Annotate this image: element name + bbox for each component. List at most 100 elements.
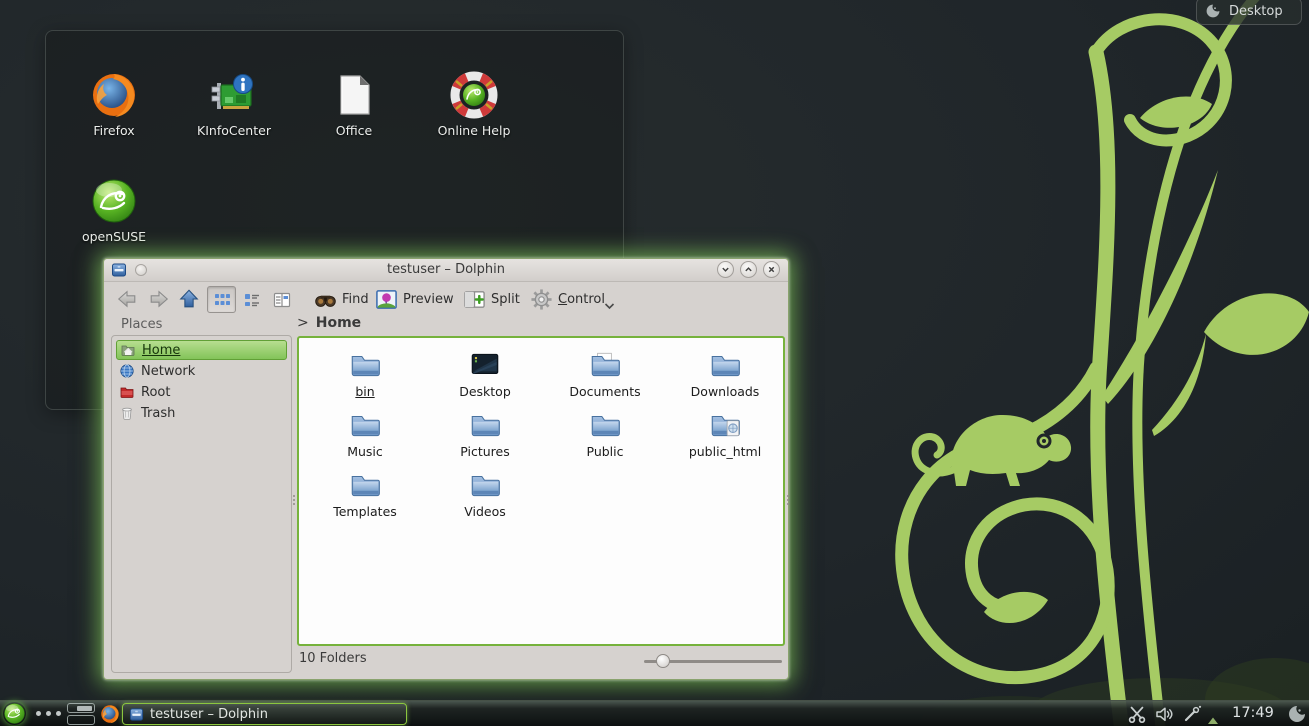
virtual-desktop-pager[interactable] bbox=[67, 703, 95, 725]
folder-item-videos[interactable]: Videos bbox=[427, 468, 543, 519]
folder-item-pictures[interactable]: Pictures bbox=[427, 408, 543, 459]
desktop-icon-label: openSUSE bbox=[59, 229, 169, 244]
places-item-trash[interactable]: Trash bbox=[116, 403, 287, 423]
folder-view[interactable]: bin Desktop Documents Downloads Music Pi… bbox=[297, 336, 785, 646]
zoom-slider[interactable] bbox=[644, 653, 784, 669]
back-arrow-icon bbox=[116, 288, 138, 310]
details-view-icon bbox=[243, 291, 261, 309]
folder-icon bbox=[348, 468, 382, 502]
folder-item-documents[interactable]: Documents bbox=[547, 348, 663, 399]
forward-arrow-icon bbox=[148, 288, 170, 310]
desktop-icon-label: Office bbox=[299, 123, 409, 138]
chevron-down-icon bbox=[604, 302, 615, 310]
folder-icon bbox=[588, 408, 622, 442]
firefox-quicklaunch-button[interactable] bbox=[100, 704, 120, 724]
window-titlebar[interactable]: testuser – Dolphin bbox=[104, 259, 788, 282]
split-button[interactable]: Split bbox=[463, 285, 520, 313]
clipboard-tray-button[interactable] bbox=[1127, 704, 1147, 724]
find-button[interactable]: Find bbox=[314, 285, 369, 313]
places-item-network[interactable]: Network bbox=[116, 361, 287, 381]
trash-icon bbox=[119, 405, 135, 421]
control-button[interactable]: Control bbox=[530, 285, 605, 313]
volume-tray-button[interactable] bbox=[1154, 704, 1174, 724]
columns-view-button[interactable] bbox=[267, 286, 296, 313]
close-button[interactable] bbox=[763, 261, 780, 278]
tray-expander-button[interactable] bbox=[1207, 710, 1219, 719]
desktop-icon-office[interactable]: Office bbox=[299, 71, 409, 138]
folder-label: Documents bbox=[547, 384, 663, 399]
gear-control-icon bbox=[530, 288, 553, 311]
pager-desktop-1[interactable] bbox=[67, 703, 95, 713]
folder-label: Pictures bbox=[427, 444, 543, 459]
places-item-home[interactable]: Home bbox=[116, 340, 287, 360]
kinfocenter-icon bbox=[210, 71, 258, 119]
view-splitter-handle[interactable] bbox=[785, 489, 790, 511]
expand-up-triangle-icon bbox=[1207, 716, 1219, 725]
application-launcher-button[interactable] bbox=[3, 702, 26, 725]
places-item-root[interactable]: Root bbox=[116, 382, 287, 402]
folder-item-downloads[interactable]: Downloads bbox=[667, 348, 783, 399]
folder-label: Videos bbox=[427, 504, 543, 519]
office-document-icon bbox=[330, 71, 378, 119]
folder-label: Desktop bbox=[427, 384, 543, 399]
scissors-clipboard-icon bbox=[1127, 704, 1147, 724]
minimize-button[interactable] bbox=[717, 261, 734, 278]
task-button-label: testuser – Dolphin bbox=[150, 707, 268, 722]
folder-label: bin bbox=[307, 384, 423, 399]
firefox-icon bbox=[90, 71, 138, 119]
pager-window-thumb bbox=[77, 706, 92, 711]
folder-item-desktop[interactable]: Desktop bbox=[427, 348, 543, 399]
places-item-label: Root bbox=[141, 385, 170, 400]
desktop-icon-label: KInfoCenter bbox=[179, 123, 289, 138]
preview-image-icon bbox=[375, 288, 398, 311]
folder-item-bin[interactable]: bin bbox=[307, 348, 423, 399]
folder-item-templates[interactable]: Templates bbox=[307, 468, 423, 519]
network-globe-icon bbox=[119, 363, 135, 379]
folder-item-public-html[interactable]: public_html bbox=[667, 408, 783, 459]
panel-splitter-handle[interactable] bbox=[291, 489, 296, 511]
places-item-label: Home bbox=[142, 343, 180, 358]
folder-web-icon bbox=[708, 408, 742, 442]
places-panel: Home Network Root Trash bbox=[111, 335, 292, 673]
desktop-icon-opensuse[interactable]: openSUSE bbox=[59, 177, 169, 244]
folder-icon bbox=[468, 408, 502, 442]
find-label: Find bbox=[342, 292, 369, 307]
breadcrumb-home[interactable]: Home bbox=[316, 315, 361, 331]
places-panel-header: Places bbox=[121, 317, 162, 332]
folder-label: Public bbox=[547, 444, 663, 459]
folder-item-public[interactable]: Public bbox=[547, 408, 663, 459]
window-toolbar: Find Preview Split Control bbox=[104, 281, 788, 317]
pager-desktop-2[interactable] bbox=[67, 715, 95, 725]
maximize-button[interactable] bbox=[740, 261, 757, 278]
cashew-icon bbox=[1287, 704, 1307, 724]
control-label: Control bbox=[558, 292, 605, 307]
maximize-icon bbox=[744, 265, 753, 274]
zoom-slider-handle[interactable] bbox=[656, 654, 670, 668]
details-view-button[interactable] bbox=[237, 286, 266, 313]
desktop-monitor-icon bbox=[468, 348, 502, 382]
desktop-toolbox[interactable]: Desktop bbox=[1196, 0, 1302, 25]
panel-cashew-button[interactable] bbox=[1287, 704, 1307, 724]
close-icon bbox=[767, 265, 776, 274]
opensuse-launcher-icon bbox=[3, 702, 26, 725]
desktop-icon-firefox[interactable]: Firefox bbox=[59, 71, 169, 138]
folder-item-music[interactable]: Music bbox=[307, 408, 423, 459]
desktop-icon-label: Firefox bbox=[59, 123, 169, 138]
device-notifier-tray-button[interactable] bbox=[1182, 704, 1202, 724]
up-button[interactable] bbox=[175, 285, 203, 313]
preview-button[interactable]: Preview bbox=[375, 285, 454, 313]
control-dropdown-caret[interactable] bbox=[604, 295, 615, 314]
back-button[interactable] bbox=[113, 285, 141, 313]
desktop-screen: Desktop Firefox KInfoCenter Office Onlin… bbox=[0, 0, 1309, 726]
activity-dots-button[interactable] bbox=[36, 711, 61, 716]
icons-view-button[interactable] bbox=[207, 286, 236, 313]
folder-icon bbox=[468, 468, 502, 502]
digital-clock[interactable]: 17:49 bbox=[1224, 705, 1282, 721]
desktop-icon-kinfocenter[interactable]: KInfoCenter bbox=[179, 71, 289, 138]
breadcrumb[interactable]: > Home bbox=[297, 315, 361, 331]
desktop-icon-online-help[interactable]: Online Help bbox=[419, 71, 529, 138]
forward-button[interactable] bbox=[145, 285, 173, 313]
places-item-label: Network bbox=[141, 364, 195, 379]
task-button-dolphin[interactable]: testuser – Dolphin bbox=[122, 703, 407, 725]
window-title: testuser – Dolphin bbox=[104, 262, 788, 277]
